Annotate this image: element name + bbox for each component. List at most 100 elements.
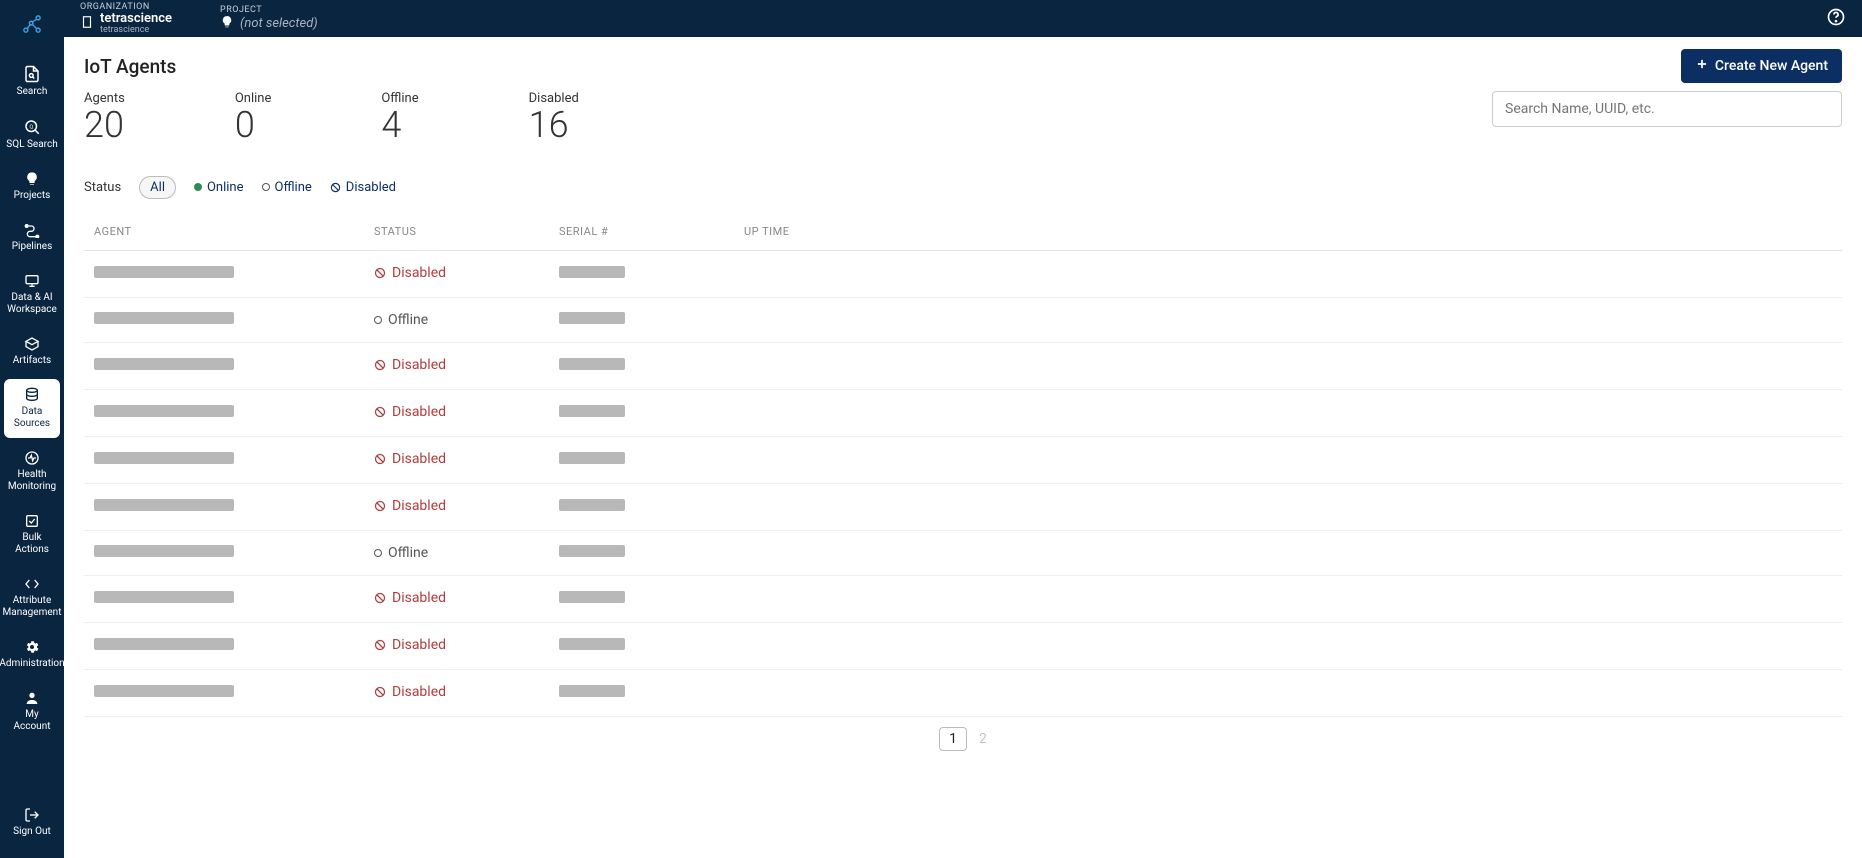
table-row[interactable]: Disabled: [84, 251, 1842, 298]
status-offline-badge: Offline: [374, 545, 428, 561]
sidebar-item-label: Search: [17, 86, 48, 98]
sidebar-item-artifacts[interactable]: Artifacts: [4, 328, 60, 375]
status-disabled-badge: Disabled: [374, 357, 446, 373]
page-current[interactable]: 1: [939, 727, 967, 751]
status-filter: Status All Online Offline Disabled: [84, 176, 1842, 199]
sidebar-item-data-sources[interactable]: Data Sources: [4, 379, 60, 438]
sidebar-item-sql-search[interactable]: Q SQL Search: [4, 110, 60, 159]
box-icon: [24, 336, 40, 352]
create-new-agent-button[interactable]: Create New Agent: [1681, 49, 1842, 83]
plus-icon: [1695, 57, 1709, 75]
pagination: 1 2: [84, 717, 1842, 751]
agent-name-redacted: [94, 638, 234, 650]
tags-icon: [24, 576, 40, 592]
agent-name-redacted: [94, 312, 234, 324]
sidebar-item-label: Sign Out: [13, 826, 51, 838]
filter-online[interactable]: Online: [194, 180, 244, 195]
online-dot-icon: [194, 183, 202, 191]
offline-ring-icon: [262, 183, 270, 191]
svg-text:Q: Q: [29, 125, 33, 131]
agent-name-redacted: [94, 685, 234, 697]
sidebar-item-label: SQL Search: [6, 139, 57, 151]
sidebar-item-projects[interactable]: Projects: [4, 163, 60, 210]
sidebar-item-administration[interactable]: Administration: [4, 631, 60, 678]
sidebar: Search Q SQL Search Projects Pipelines D…: [0, 0, 64, 858]
agents-table: AGENT STATUS SERIAL # UP TIME Disabled Of…: [84, 215, 1842, 717]
sidebar-item-data-ai-workspace[interactable]: Data & AI Workspace: [4, 265, 60, 324]
table-row[interactable]: Disabled: [84, 670, 1842, 717]
status-disabled-badge: Disabled: [374, 637, 446, 653]
status-disabled-badge: Disabled: [374, 451, 446, 467]
agent-name-redacted: [94, 358, 234, 370]
status-disabled-badge: Disabled: [374, 684, 446, 700]
filter-all[interactable]: All: [139, 176, 176, 199]
project-selector[interactable]: PROJECT (not selected): [220, 5, 318, 32]
filter-label: Status: [84, 180, 121, 195]
status-disabled-badge: Disabled: [374, 265, 446, 281]
search-input[interactable]: [1492, 91, 1842, 127]
agent-name-redacted: [94, 499, 234, 511]
serial-redacted: [559, 312, 625, 324]
table-row[interactable]: Offline: [84, 531, 1842, 576]
table-row[interactable]: Offline: [84, 298, 1842, 343]
stat-offline-value: 4: [381, 106, 418, 146]
status-disabled-badge: Disabled: [374, 404, 446, 420]
serial-redacted: [559, 638, 625, 650]
org-selector[interactable]: ORGANIZATION tetrascience tetrascience: [80, 2, 172, 35]
page-next[interactable]: 2: [979, 731, 987, 747]
sidebar-item-attribute-management[interactable]: Attribute Management: [4, 568, 60, 627]
status-offline-badge: Offline: [374, 312, 428, 328]
project-value: (not selected): [240, 16, 318, 31]
table-row[interactable]: Disabled: [84, 437, 1842, 484]
sidebar-item-search[interactable]: Search: [4, 57, 60, 106]
ban-icon: [330, 182, 341, 193]
table-row[interactable]: Disabled: [84, 623, 1842, 670]
help-icon[interactable]: [1826, 7, 1846, 30]
create-button-label: Create New Agent: [1715, 58, 1828, 74]
serial-redacted: [559, 266, 625, 278]
stat-agents-value: 20: [84, 106, 125, 146]
col-status[interactable]: STATUS: [374, 225, 559, 238]
serial-redacted: [559, 685, 625, 697]
serial-redacted: [559, 405, 625, 417]
project-label: PROJECT: [220, 5, 318, 15]
app-logo: [18, 4, 46, 55]
serial-redacted: [559, 499, 625, 511]
col-uptime[interactable]: UP TIME: [744, 225, 1832, 238]
sidebar-item-health-monitoring[interactable]: Health Monitoring: [4, 442, 60, 501]
table-row[interactable]: Disabled: [84, 484, 1842, 531]
col-agent[interactable]: AGENT: [94, 225, 374, 238]
checklist-icon: [24, 513, 40, 529]
status-disabled-badge: Disabled: [374, 590, 446, 606]
filter-offline[interactable]: Offline: [262, 180, 312, 195]
sign-out-icon: [24, 807, 40, 823]
stat-online: Online 0: [235, 91, 272, 146]
pipeline-icon: [24, 222, 40, 238]
filter-disabled[interactable]: Disabled: [330, 180, 396, 195]
table-row[interactable]: Disabled: [84, 390, 1842, 437]
sql-search-icon: Q: [23, 118, 41, 136]
col-serial[interactable]: SERIAL #: [559, 225, 744, 238]
sidebar-item-label: Artifacts: [13, 355, 51, 367]
sidebar-item-label: Data & AI Workspace: [6, 292, 58, 316]
database-icon: [24, 387, 40, 403]
org-sub: tetrascience: [100, 26, 172, 35]
table-row[interactable]: Disabled: [84, 576, 1842, 623]
building-icon: [80, 15, 94, 32]
lightbulb-icon: [220, 15, 234, 32]
sidebar-item-label: Attribute Management: [3, 595, 62, 619]
stat-disabled: Disabled 16: [529, 91, 579, 146]
sidebar-item-label: Health Monitoring: [6, 469, 58, 493]
sidebar-item-label: My Account: [6, 709, 58, 733]
monitor-icon: [24, 273, 40, 289]
serial-redacted: [559, 358, 625, 370]
sidebar-item-label: Administration: [0, 658, 65, 670]
sidebar-item-label: Bulk Actions: [6, 532, 58, 556]
table-row[interactable]: Disabled: [84, 343, 1842, 390]
sidebar-item-my-account[interactable]: My Account: [4, 682, 60, 741]
sidebar-item-sign-out[interactable]: Sign Out: [4, 799, 60, 846]
sidebar-item-pipelines[interactable]: Pipelines: [4, 214, 60, 261]
sidebar-item-bulk-actions[interactable]: Bulk Actions: [4, 505, 60, 564]
sidebar-item-label: Projects: [14, 190, 51, 202]
user-icon: [24, 690, 40, 706]
